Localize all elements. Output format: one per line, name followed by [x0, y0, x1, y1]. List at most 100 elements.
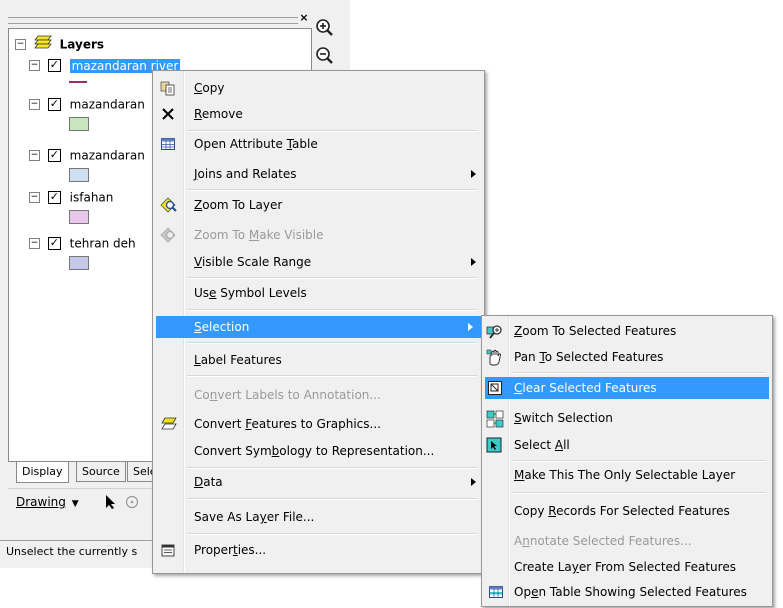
menu-item-label: Convert Labels to Annotation... — [194, 388, 381, 402]
submenu-arrow-icon — [471, 258, 476, 266]
layer-row[interactable]: − ✓ mazandaran — [29, 95, 145, 113]
menu-separator — [187, 189, 477, 191]
properties-icon — [160, 542, 176, 558]
menu-separator — [187, 533, 477, 535]
tab-display[interactable]: Display — [16, 462, 69, 483]
layer-name[interactable]: tehran deh — [70, 237, 136, 251]
menu-item-label: Clear Selected Features — [514, 381, 657, 395]
fill-symbol[interactable] — [69, 210, 89, 224]
tree-root-layers[interactable]: − Layers — [15, 35, 104, 53]
submenu-arrow-icon — [468, 323, 473, 331]
layers-root-label: Layers — [59, 37, 105, 52]
menu-item-convert-labels-to-annotation[interactable]: Convert Labels to Annotation... — [153, 384, 484, 406]
menu-item-label: Convert Features to Graphics... — [194, 417, 381, 431]
menu-item-label: Save As Layer File... — [194, 510, 315, 524]
drawing-label: Drawing — [16, 495, 66, 509]
titlebar-grip[interactable] — [8, 17, 298, 24]
menu-separator — [187, 342, 477, 344]
open-table-icon — [488, 584, 504, 600]
select-elements-icon[interactable] — [104, 494, 118, 513]
menu-item-zoom-to-selected[interactable]: Zoom To Selected Features — [482, 320, 772, 342]
menu-item-only-selectable-layer[interactable]: Make This The Only Selectable Layer — [482, 464, 772, 486]
select-all-icon — [486, 437, 502, 453]
layer-row[interactable]: − ✓ tehran deh — [29, 234, 136, 252]
remove-icon — [160, 106, 176, 122]
menu-item-visible-scale-range[interactable]: Visible Scale Range — [153, 251, 484, 273]
menu-item-label: Create Layer From Selected Features — [514, 560, 736, 574]
layer-name[interactable]: isfahan — [70, 191, 114, 205]
menu-item-label: Open Attribute Table — [194, 137, 318, 151]
collapse-icon[interactable]: − — [15, 39, 26, 50]
menu-item-create-layer-from-selected[interactable]: Create Layer From Selected Features — [482, 556, 772, 578]
submenu-arrow-icon — [471, 170, 476, 178]
collapse-icon[interactable]: − — [29, 150, 40, 161]
fill-symbol[interactable] — [69, 168, 89, 182]
menu-item-copy[interactable]: Copy — [153, 77, 484, 99]
menu-separator — [187, 309, 477, 311]
fill-symbol[interactable] — [69, 256, 89, 270]
menu-item-annotate-selected[interactable]: Annotate Selected Features... — [482, 530, 772, 552]
menu-item-save-as-layer-file[interactable]: Save As Layer File... — [153, 506, 484, 528]
menu-item-pan-to-selected[interactable]: Pan To Selected Features — [482, 346, 772, 368]
layers-icon — [34, 35, 52, 54]
menu-item-label: Switch Selection — [514, 411, 613, 425]
collapse-icon[interactable]: − — [29, 192, 40, 203]
menu-item-label: Zoom To Layer — [194, 198, 283, 212]
menu-item-selection[interactable]: Selection — [156, 316, 481, 338]
menu-separator — [187, 277, 477, 279]
layer-visibility-checkbox[interactable]: ✓ — [47, 149, 61, 162]
layer-visibility-checkbox[interactable]: ✓ — [47, 191, 61, 204]
menu-item-data[interactable]: Data — [153, 471, 484, 493]
menu-item-select-all[interactable]: Select All — [482, 434, 772, 456]
convert-graphics-icon — [160, 416, 177, 432]
layer-name[interactable]: mazandaran — [70, 149, 145, 163]
menu-item-label: Properties... — [194, 543, 267, 557]
rotate-icon[interactable] — [124, 494, 140, 513]
menu-item-label: Zoom To Selected Features — [514, 324, 677, 338]
switch-selection-icon — [486, 410, 504, 428]
layer-row[interactable]: − ✓ mazandaran — [29, 146, 145, 164]
collapse-icon[interactable]: − — [29, 99, 40, 110]
menu-item-label: Annotate Selected Features... — [514, 534, 692, 548]
menu-item-zoom-to-layer[interactable]: Zoom To Layer — [153, 194, 484, 216]
menu-separator — [512, 372, 766, 374]
menu-item-label: Copy — [194, 81, 225, 95]
tab-source[interactable]: Source — [76, 462, 126, 482]
layer-name[interactable]: mazandaran — [70, 98, 145, 112]
clear-selection-icon — [487, 380, 503, 396]
menu-item-label: Select All — [514, 438, 570, 452]
menu-item-open-attribute-table[interactable]: Open Attribute Table — [153, 133, 484, 155]
collapse-icon[interactable]: − — [29, 60, 40, 71]
menu-item-clear-selected[interactable]: Clear Selected Features — [485, 377, 769, 399]
layer-visibility-checkbox[interactable]: ✓ — [47, 98, 61, 111]
menu-item-open-table-selected[interactable]: Open Table Showing Selected Features — [482, 581, 772, 603]
copy-icon — [160, 80, 176, 96]
menu-item-use-symbol-levels[interactable]: Use Symbol Levels — [153, 282, 484, 304]
menu-item-remove[interactable]: Remove — [153, 103, 484, 125]
layer-row[interactable]: − ✓ isfahan — [29, 188, 113, 206]
toc-close-button[interactable]: × — [298, 12, 310, 24]
menu-item-convert-symbology[interactable]: Convert Symbology to Representation... — [153, 440, 484, 462]
layer-visibility-checkbox[interactable]: ✓ — [47, 237, 61, 250]
menu-item-label-features[interactable]: Label Features — [153, 349, 484, 371]
menu-item-label: Open Table Showing Selected Features — [514, 585, 747, 599]
menu-item-label: Joins and Relates — [194, 167, 297, 181]
menu-item-copy-records[interactable]: Copy Records For Selected Features — [482, 500, 772, 522]
submenu-arrow-icon — [471, 478, 476, 486]
zoom-out-icon[interactable] — [313, 44, 335, 66]
zoom-in-icon[interactable] — [313, 16, 335, 38]
menu-item-label: Pan To Selected Features — [514, 350, 664, 364]
collapse-icon[interactable]: − — [29, 238, 40, 249]
line-symbol[interactable] — [69, 81, 87, 83]
menu-item-switch-selection[interactable]: Switch Selection — [482, 407, 772, 429]
zoom-make-visible-icon — [160, 227, 176, 243]
zoom-selected-icon — [486, 323, 502, 339]
fill-symbol[interactable] — [69, 117, 89, 131]
layer-visibility-checkbox[interactable]: ✓ — [47, 59, 61, 72]
menu-item-zoom-to-make-visible[interactable]: Zoom To Make Visible — [153, 224, 484, 246]
menu-item-joins-and-relates[interactable]: Joins and Relates — [153, 163, 484, 185]
drawing-menu-button[interactable]: Drawing ▼ — [16, 492, 79, 512]
menu-separator — [187, 130, 477, 132]
menu-item-convert-features-to-graphics[interactable]: Convert Features to Graphics... — [153, 413, 484, 435]
menu-item-properties[interactable]: Properties... — [153, 539, 484, 561]
